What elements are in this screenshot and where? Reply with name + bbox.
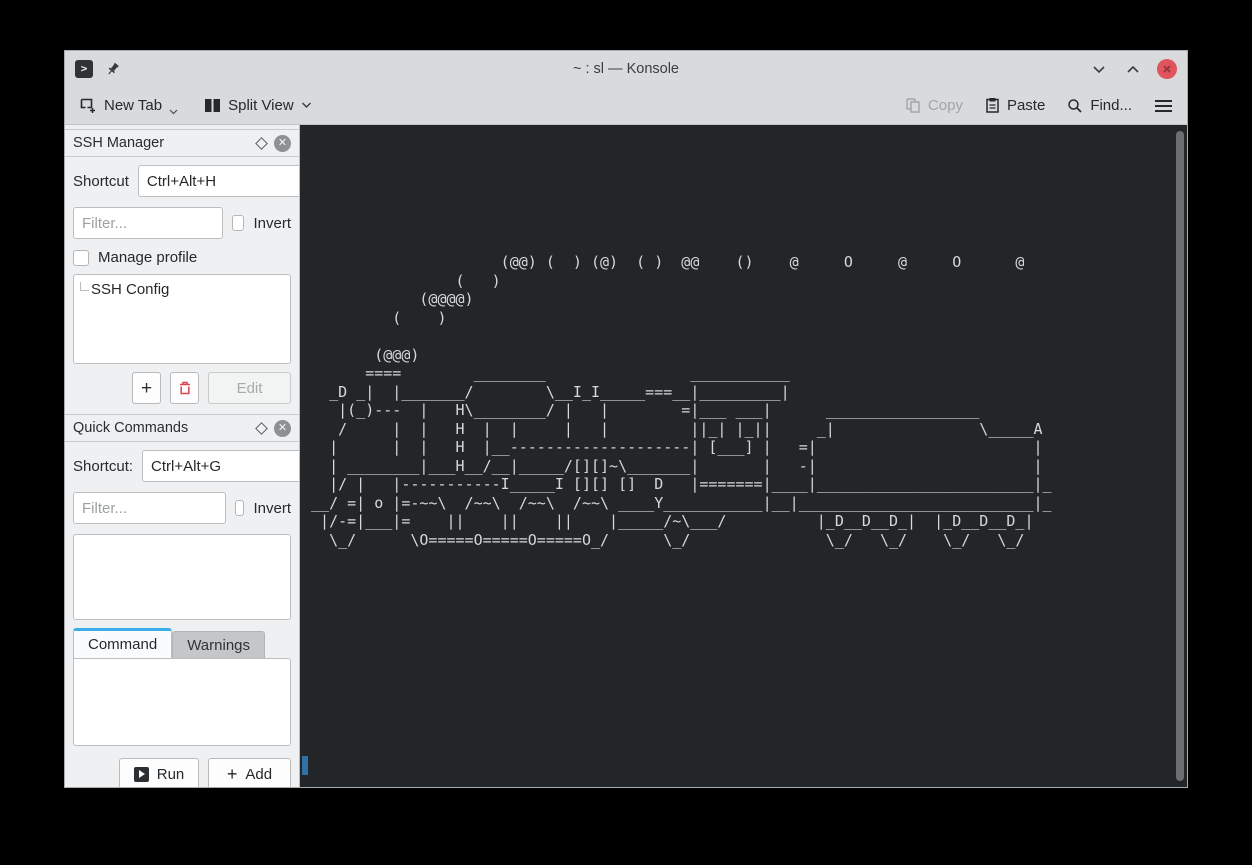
play-icon xyxy=(134,767,149,782)
window-title: ~ : sl — Konsole xyxy=(65,61,1187,77)
search-icon xyxy=(1067,98,1083,114)
terminal[interactable]: (@@) ( ) (@) ( ) @@ () @ O @ O @ ( ) (@@… xyxy=(300,125,1187,787)
paste-button[interactable]: Paste xyxy=(985,97,1045,114)
float-panel-icon[interactable] xyxy=(255,137,268,150)
close-panel-button[interactable]: ✕ xyxy=(274,420,291,437)
minimize-button[interactable] xyxy=(1089,59,1109,79)
tab-warnings[interactable]: Warnings xyxy=(172,631,265,658)
tab-label: Warnings xyxy=(187,637,250,654)
menu-button[interactable] xyxy=(1154,99,1173,113)
invert-label: Invert xyxy=(253,500,291,517)
float-panel-icon[interactable] xyxy=(255,422,268,435)
tree-item-label: SSH Config xyxy=(91,281,169,298)
add-entry-button[interactable]: + xyxy=(132,372,161,404)
command-textarea[interactable] xyxy=(73,658,291,746)
invert-label: Invert xyxy=(253,215,291,232)
split-view-icon xyxy=(204,98,221,113)
shortcut-label: Shortcut: xyxy=(73,458,133,475)
panel-title: SSH Manager xyxy=(73,135,249,151)
run-label: Run xyxy=(157,766,185,783)
tab-command[interactable]: Command xyxy=(73,628,172,658)
invert-checkbox[interactable] xyxy=(232,215,244,231)
edit-label: Edit xyxy=(237,380,263,397)
tree-branch-icon xyxy=(80,282,89,291)
terminal-scrollbar[interactable] xyxy=(1175,129,1186,783)
plus-icon: + xyxy=(141,379,152,398)
konsole-window: > ~ : sl — Konsole xyxy=(64,50,1188,788)
ssh-shortcut-input[interactable] xyxy=(138,165,300,197)
shortcut-label: Shortcut xyxy=(73,173,129,190)
add-command-button[interactable]: + Add xyxy=(208,758,291,787)
panel-title: Quick Commands xyxy=(73,420,249,436)
tab-label: Command xyxy=(88,636,157,653)
manage-profile-label: Manage profile xyxy=(98,249,197,266)
copy-button: Copy xyxy=(905,97,963,114)
run-button[interactable]: Run xyxy=(119,758,199,787)
find-button[interactable]: Find... xyxy=(1067,97,1132,114)
chevron-down-icon xyxy=(301,102,312,109)
qc-shortcut-input[interactable] xyxy=(142,450,300,482)
qc-filter-input[interactable] xyxy=(73,492,226,524)
invert-checkbox[interactable] xyxy=(235,500,244,516)
delete-entry-button[interactable] xyxy=(170,372,199,404)
ssh-filter-input[interactable] xyxy=(73,207,223,239)
tree-item-ssh-config[interactable]: SSH Config xyxy=(74,275,290,298)
quick-commands-panel: Quick Commands ✕ Shortcut: Invert xyxy=(65,414,299,787)
chevron-up-icon xyxy=(1126,65,1140,74)
hamburger-icon xyxy=(1154,99,1173,113)
ssh-config-list[interactable]: SSH Config xyxy=(73,274,291,364)
quick-commands-header[interactable]: Quick Commands ✕ xyxy=(65,414,299,442)
terminal-output: (@@) ( ) (@) ( ) @@ () @ O @ O @ ( ) (@@… xyxy=(302,253,1052,549)
sidebar: SSH Manager ✕ Shortcut Invert xyxy=(65,125,300,787)
trash-icon xyxy=(178,380,192,396)
find-label: Find... xyxy=(1090,97,1132,114)
chevron-down-icon xyxy=(169,109,178,115)
paste-label: Paste xyxy=(1007,97,1045,114)
new-tab-button[interactable]: New Tab xyxy=(79,97,178,114)
commands-list[interactable] xyxy=(73,534,291,620)
manage-profile-checkbox[interactable] xyxy=(73,250,89,266)
toolbar: New Tab Split View Copy xyxy=(65,87,1187,125)
scrollbar-thumb[interactable] xyxy=(1176,131,1184,781)
copy-icon xyxy=(905,97,921,114)
close-button[interactable] xyxy=(1157,59,1177,79)
add-label: Add xyxy=(245,766,272,783)
ssh-manager-header[interactable]: SSH Manager ✕ xyxy=(65,129,299,157)
paste-icon xyxy=(985,97,1000,114)
terminal-cursor xyxy=(302,756,308,775)
chevron-down-icon xyxy=(1092,65,1106,74)
edit-entry-button: Edit xyxy=(208,372,291,404)
split-view-label: Split View xyxy=(228,97,294,114)
new-tab-icon xyxy=(79,97,97,114)
ssh-manager-panel: SSH Manager ✕ Shortcut Invert xyxy=(65,129,299,414)
copy-label: Copy xyxy=(928,97,963,114)
plus-icon: + xyxy=(227,765,238,783)
maximize-button[interactable] xyxy=(1123,59,1143,79)
titlebar[interactable]: > ~ : sl — Konsole xyxy=(65,51,1187,87)
new-tab-label: New Tab xyxy=(104,97,162,114)
close-panel-button[interactable]: ✕ xyxy=(274,135,291,152)
close-icon xyxy=(1162,64,1172,74)
split-view-button[interactable]: Split View xyxy=(204,97,312,114)
